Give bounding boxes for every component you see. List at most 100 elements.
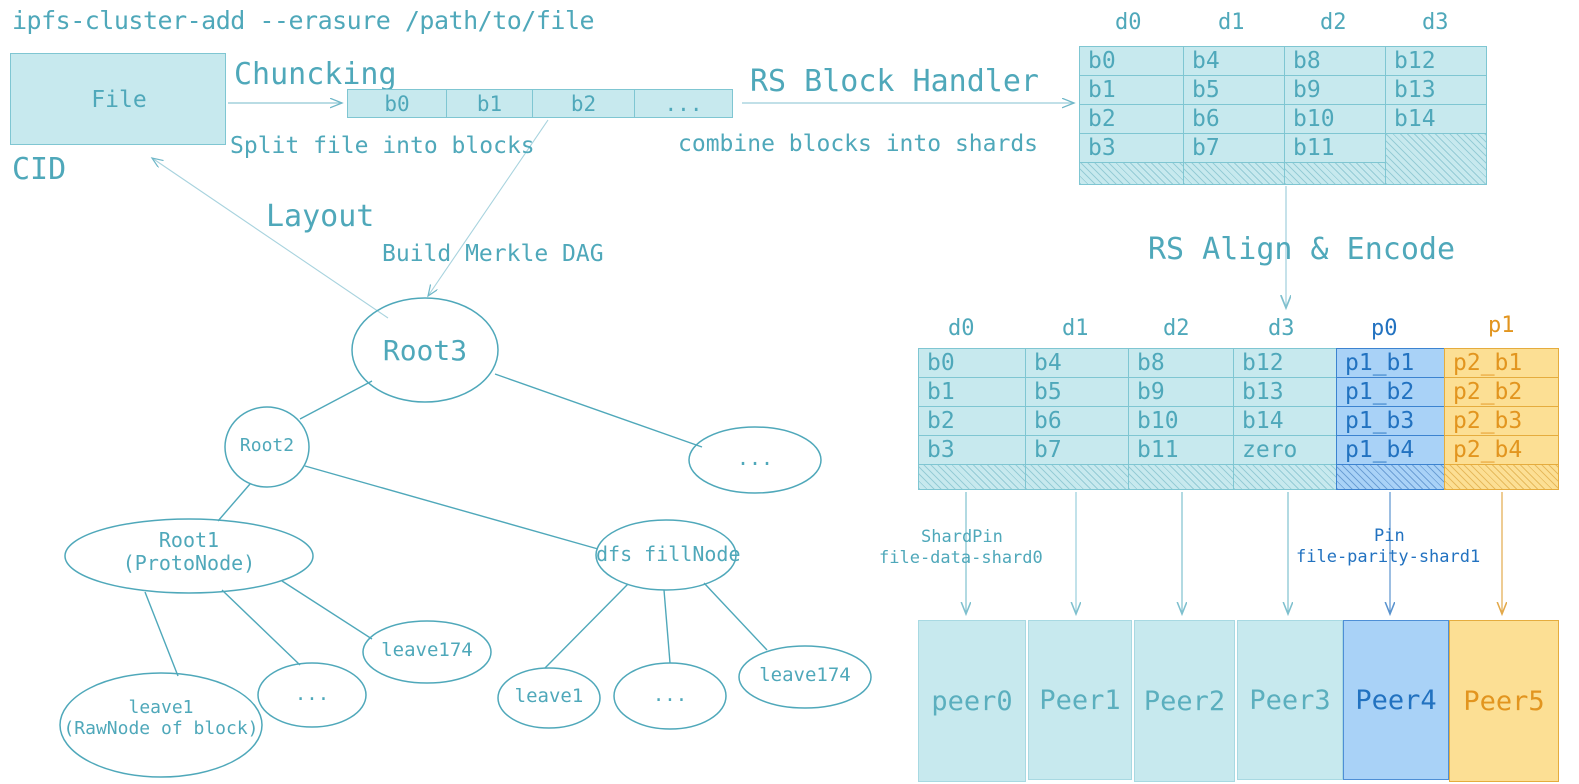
dag-label-leave174-right: leave174 <box>759 664 851 686</box>
chunk-block-label: b1 <box>476 91 503 116</box>
peer-label: peer0 <box>931 685 1013 717</box>
shard-cell-label: b9 <box>1293 77 1321 103</box>
encoded-cell-parity: p2_b1 <box>1444 348 1559 378</box>
stage-chunking-label: Chuncking <box>234 57 397 92</box>
shard-cell: b4 <box>1183 46 1285 76</box>
shard-cell: b10 <box>1284 104 1386 134</box>
peer-label: Peer4 <box>1355 684 1437 716</box>
encoded-col-header-d0: d0 <box>948 316 975 341</box>
diagram-canvas: ipfs-cluster-add --erasure /path/to/file… <box>0 0 1579 784</box>
dag-label-leave1-rawnode: leave1 (RawNode of block) <box>46 697 276 739</box>
encoded-cell-label: p1_b2 <box>1345 379 1415 405</box>
encoded-cell-label: b11 <box>1137 437 1179 463</box>
dag-label-dfs-fillnode: dfs fillNode <box>596 542 741 566</box>
encoded-cell-parity: p2_b4 <box>1444 435 1559 465</box>
encoded-cell-label: b0 <box>927 350 955 376</box>
shard-cell-label: b8 <box>1293 48 1321 74</box>
shard-cell-label: b5 <box>1192 77 1220 103</box>
shard-cell: b9 <box>1284 75 1386 105</box>
peer-box-peer3[interactable]: Peer3 <box>1237 620 1343 780</box>
peer-label: Peer5 <box>1463 685 1545 717</box>
cid-label: CID <box>12 152 67 187</box>
edge-root3-ellipsis <box>494 373 703 448</box>
shard-pin-title: ShardPin <box>921 527 1003 547</box>
shard-cell-label: b3 <box>1088 135 1116 161</box>
shard-cell: b12 <box>1385 46 1487 76</box>
chunk-block-label: ... <box>664 91 703 116</box>
edge-root1-ellipsis <box>221 589 301 666</box>
encoded-cell: b12 <box>1233 348 1337 378</box>
chunk-block-label: b0 <box>384 91 410 116</box>
encoded-cell: b13 <box>1233 377 1337 407</box>
encoded-cell-label: b3 <box>927 437 955 463</box>
pin-title: Pin <box>1374 526 1405 546</box>
edge-dfs-leave1 <box>544 583 629 669</box>
stage-chunking-sublabel: Split file into blocks <box>230 133 535 159</box>
shard-pin-name: file-data-shard0 <box>879 548 1043 568</box>
encoded-col-header-d3: d3 <box>1268 316 1295 341</box>
encoded-cell-label: p2_b4 <box>1453 437 1523 463</box>
shard-cell-label: b0 <box>1088 48 1116 74</box>
shard-col-header-d1: d1 <box>1218 10 1245 35</box>
shard-cell: b5 <box>1183 75 1285 105</box>
encoded-cell: b5 <box>1025 377 1129 407</box>
shard-cell: b13 <box>1385 75 1487 105</box>
shard-cell-label: b7 <box>1192 135 1220 161</box>
encoded-cell-label: p1_b3 <box>1345 408 1415 434</box>
shard-cell: b3 <box>1079 133 1184 163</box>
shard-cell-label: b2 <box>1088 106 1116 132</box>
peer-box-peer5[interactable]: Peer5 <box>1449 620 1559 782</box>
encoded-cell-label: p2_b1 <box>1453 350 1523 376</box>
encoded-cell-parity: p1_b2 <box>1336 377 1445 407</box>
chunk-block: b2 <box>532 89 635 118</box>
encoded-cell-parity: p2_b2 <box>1444 377 1559 407</box>
peer-box-peer2[interactable]: Peer2 <box>1134 620 1235 782</box>
encoded-padding-strip <box>1233 464 1337 490</box>
encoded-cell-label: b7 <box>1034 437 1062 463</box>
peer-box-peer0[interactable]: peer0 <box>918 620 1026 782</box>
edge-dfs-ellipsis <box>663 589 671 664</box>
shard-cell: b1 <box>1079 75 1184 105</box>
encoded-cell: b8 <box>1128 348 1234 378</box>
dag-label-root1-line1: Root1 (ProtoNode) <box>122 528 256 575</box>
shard-cell: b8 <box>1284 46 1386 76</box>
encoded-cell: b2 <box>918 406 1026 436</box>
encoded-cell-parity: p2_b3 <box>1444 406 1559 436</box>
chunk-block: b0 <box>347 89 447 118</box>
dag-label-ellipsis-left: ... <box>294 683 330 705</box>
shard-cell-label: b4 <box>1192 48 1220 74</box>
encoded-cell: b9 <box>1128 377 1234 407</box>
encoded-cell: b7 <box>1025 435 1129 465</box>
shard-cell: b0 <box>1079 46 1184 76</box>
encoded-cell-label: b9 <box>1137 379 1165 405</box>
edge-root1-leave174 <box>281 580 373 640</box>
edge-root1-leave1 <box>144 591 179 677</box>
shard-padding-strip <box>1183 162 1285 185</box>
encoded-cell: b6 <box>1025 406 1129 436</box>
peer-box-peer4[interactable]: Peer4 <box>1343 620 1449 780</box>
chunk-block: b1 <box>446 89 533 118</box>
stage-build-merkle-dag-label: Build Merkle DAG <box>382 241 604 267</box>
encoded-cell-label: zero <box>1242 437 1298 463</box>
encoded-cell-parity: p1_b1 <box>1336 348 1445 378</box>
stage-rs-align-encode-label: RS Align & Encode <box>1148 232 1456 267</box>
shard-table: b0 b4 b8 b12 b1 b5 b9 b13 b2 b6 b10 b14 … <box>1079 46 1487 186</box>
shard-cell-label: b11 <box>1293 135 1335 161</box>
encoded-cell: b0 <box>918 348 1026 378</box>
encoded-cell-label: b13 <box>1242 379 1284 405</box>
chunk-blocks-strip: b0 b1 b2 ... <box>347 89 733 118</box>
shard-cell: b6 <box>1183 104 1285 134</box>
chunk-block-label: b2 <box>570 91 597 116</box>
dag-label-root3: Root3 <box>382 334 468 367</box>
encoded-padding-strip-p0 <box>1336 464 1445 490</box>
encoded-cell: b1 <box>918 377 1026 407</box>
dag-edges <box>144 373 768 677</box>
shard-cell-label: b14 <box>1394 106 1436 132</box>
peer-box-peer1[interactable]: Peer1 <box>1028 620 1132 780</box>
encoded-cell-label: b8 <box>1137 350 1165 376</box>
encoded-cell: b11 <box>1128 435 1234 465</box>
encoded-cell-label: p1_b1 <box>1345 350 1415 376</box>
edge-root3-root2 <box>299 380 373 420</box>
encoded-cell-label: b5 <box>1034 379 1062 405</box>
encoded-col-header-d1: d1 <box>1062 316 1089 341</box>
